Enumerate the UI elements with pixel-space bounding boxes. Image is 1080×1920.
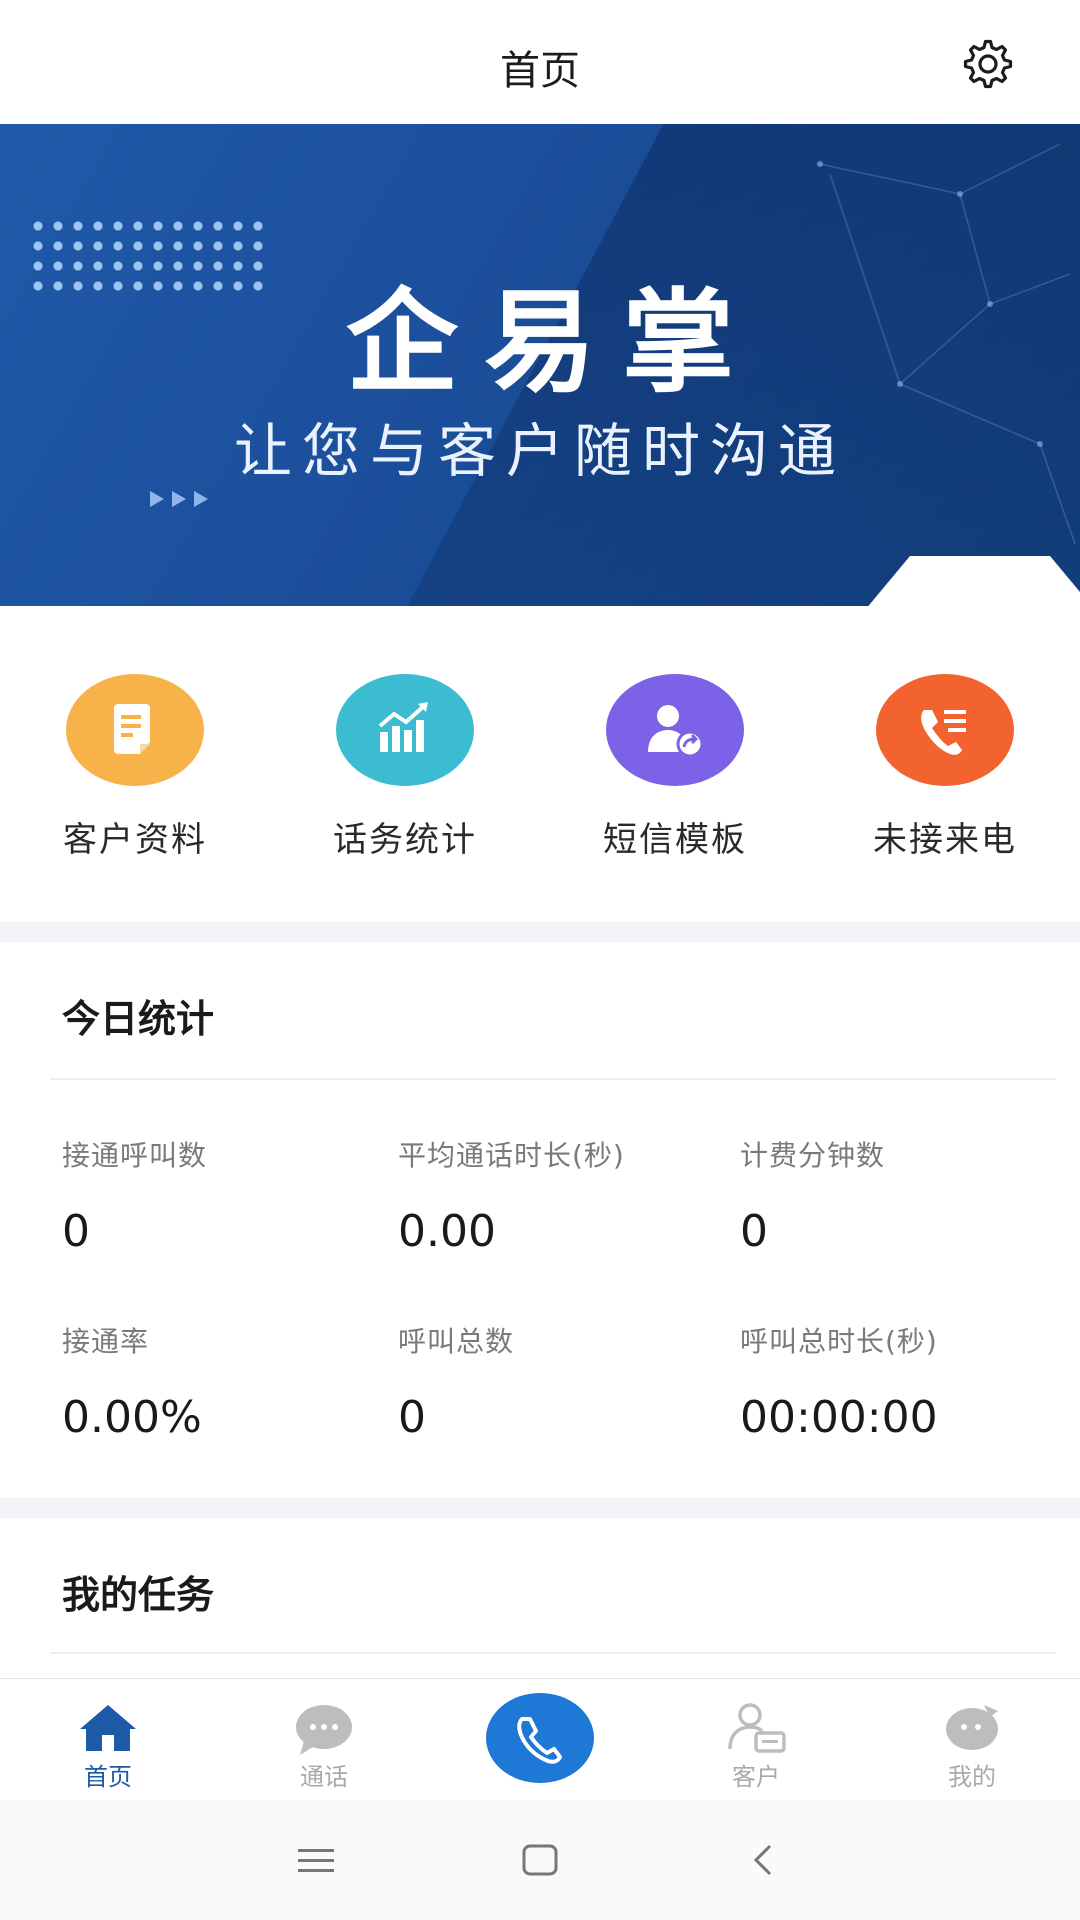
section-gap [0,922,1080,942]
entry-label: 话务统计 [333,820,477,860]
entry-label: 短信模板 [603,820,747,860]
profile-bubble-icon [946,1705,998,1750]
stat-value: 0 [740,1206,768,1257]
nav-label: 首页 [84,1763,132,1791]
stat-total-duration: 呼叫总时长(秒) 00:00:00 [740,1320,1060,1443]
banner-notch [868,556,1080,606]
entry-icon-bg [336,674,474,786]
my-tasks-title: 我的任务 [62,1573,215,1617]
stat-label: 平均通话时长(秒) [398,1139,625,1172]
dial-button[interactable] [486,1693,594,1783]
entry-icon-bg [876,674,1014,786]
entry-icon-bg [66,674,204,786]
phone-list-icon [921,710,966,755]
chat-bubble-icon [296,1705,352,1755]
menu-icon[interactable] [294,1840,338,1880]
nav-label: 客户 [732,1763,780,1791]
nav-customers[interactable]: 客户 [686,1701,826,1792]
stat-value: 0 [398,1392,426,1443]
contact-card-icon [728,1703,786,1753]
stat-value: 0.00 [398,1206,496,1257]
stat-connect-rate: 接通率 0.00% [62,1320,382,1443]
nav-label: 通话 [300,1763,348,1791]
stat-value: 0 [62,1206,90,1257]
gear-icon[interactable] [960,36,1016,92]
nav-home[interactable]: 首页 [38,1701,178,1792]
system-nav-bar [0,1800,1080,1920]
today-stats-card: 今日统计 接通呼叫数 0 平均通话时长(秒) 0.00 计费分钟数 0 接通率 … [0,942,1080,1498]
entry-missed-calls[interactable]: 未接来电 [845,674,1045,874]
section-gap [0,1498,1080,1518]
app-header: 首页 [0,0,1080,124]
quick-entry-grid: 客户资料 话务统计 短信模板 未接来电 [0,606,1080,922]
entry-customer-info[interactable]: 客户资料 [35,674,235,874]
back-icon[interactable] [742,1840,786,1880]
promo-banner[interactable]: 企易掌 让您与客户随时沟通 [0,124,1080,606]
stat-label: 计费分钟数 [740,1139,886,1172]
document-icon [114,704,150,754]
today-stats-title: 今日统计 [62,997,215,1041]
stat-value: 0.00% [62,1392,202,1443]
entry-icon-bg [606,674,744,786]
entry-label: 客户资料 [63,820,207,860]
my-tasks-card[interactable]: 我的任务 [0,1518,1080,1678]
page-title: 首页 [500,48,580,94]
nav-label: 我的 [948,1763,996,1791]
stat-label: 呼叫总数 [398,1325,515,1358]
entry-sms-template[interactable]: 短信模板 [575,674,775,874]
entry-label: 未接来电 [873,820,1017,860]
bottom-nav: 首页 通话 客户 我的 [0,1678,1080,1800]
triple-arrow-icon [150,491,208,507]
stat-value: 00:00:00 [740,1392,938,1443]
stat-avg-duration: 平均通话时长(秒) 0.00 [398,1134,718,1257]
home-icon [80,1705,136,1751]
bar-chart-icon [378,702,428,752]
phone-icon [517,1717,562,1764]
nav-calls[interactable]: 通话 [254,1701,394,1792]
stat-label: 接通率 [62,1325,150,1358]
stat-label: 接通呼叫数 [62,1139,208,1172]
home-square-icon[interactable] [518,1840,562,1880]
stats-divider [50,1078,1056,1080]
stat-connected-calls: 接通呼叫数 0 [62,1134,382,1257]
banner-title: 企易掌 [346,278,760,408]
stat-total-calls: 呼叫总数 0 [398,1320,718,1443]
entry-call-stats[interactable]: 话务统计 [305,674,505,874]
user-share-icon [648,705,704,758]
stat-label: 呼叫总时长(秒) [740,1325,938,1358]
stat-billed-minutes: 计费分钟数 0 [740,1134,1060,1257]
tasks-divider [50,1652,1056,1654]
banner-subtitle: 让您与客户随时沟通 [233,417,846,485]
nav-profile[interactable]: 我的 [902,1701,1042,1792]
